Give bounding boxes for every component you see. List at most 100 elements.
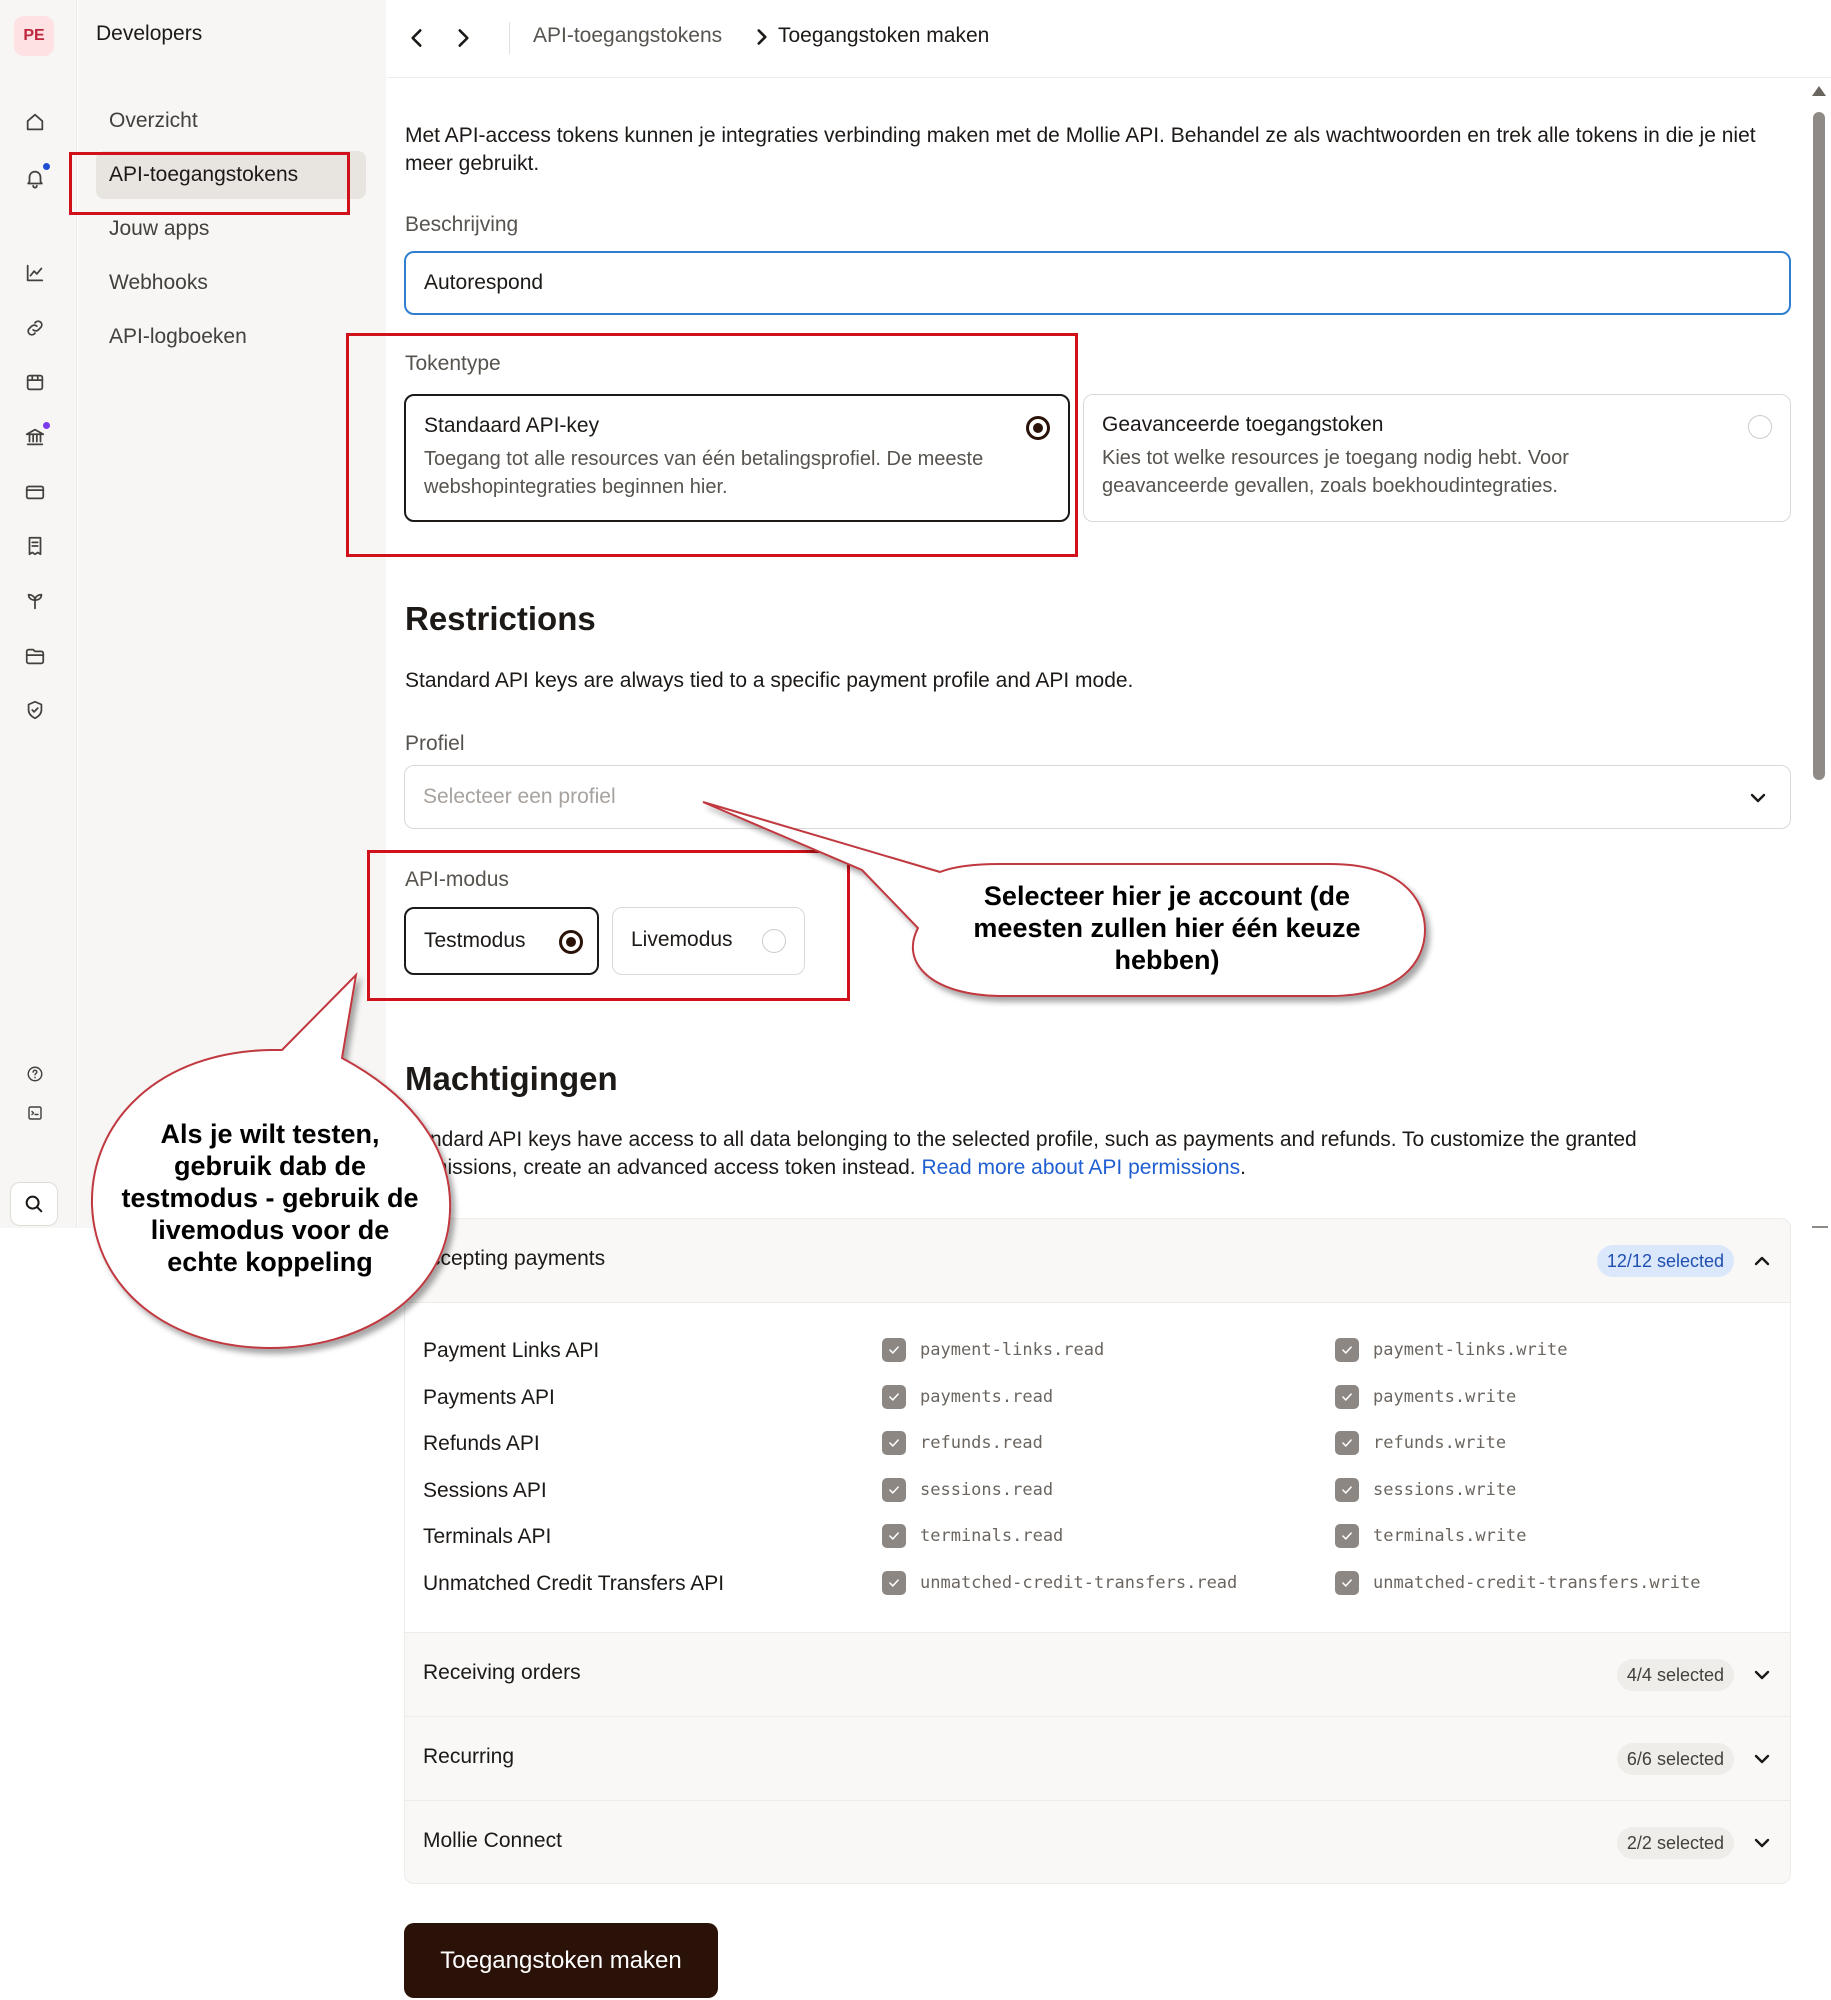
bell-icon[interactable] (19, 161, 52, 194)
selected-count-badge: 6/6 selected (1616, 1743, 1734, 1775)
permission-api-name: Unmatched Credit Transfers API (423, 1571, 725, 1595)
profile-label: Profiel (405, 732, 465, 755)
nav-item-api-logboeken[interactable]: API-logboeken (96, 313, 366, 361)
profile-placeholder: Selecteer een profiel (423, 785, 616, 808)
permissions-heading: Machtigingen (405, 1060, 618, 1097)
radio-unselected[interactable] (1748, 415, 1772, 439)
permission-scope-write[interactable]: terminals.write (1335, 1524, 1527, 1548)
checkbox-checked[interactable] (882, 1477, 906, 1502)
highlight-box-nav (69, 152, 350, 215)
permission-api-name: Refunds API (423, 1432, 540, 1455)
group-title: Recurring (423, 1745, 515, 1768)
chevron-up-icon[interactable] (1750, 1249, 1774, 1273)
store-icon[interactable] (19, 366, 51, 398)
chevron-right-icon (458, 29, 469, 47)
nav-item-webhooks[interactable]: Webhooks (96, 259, 366, 307)
group-header-recurring[interactable]: Recurring 6/6 selected (405, 1717, 1790, 1801)
permission-api-name: Payments API (423, 1385, 555, 1409)
bank-icon[interactable] (19, 420, 52, 453)
api-permissions-link[interactable]: Read more about API permissions (921, 1156, 1240, 1179)
permissions-accordion: ccepting payments 12/12 selected Payment… (404, 1218, 1791, 1884)
help-icon[interactable] (19, 1058, 51, 1090)
card-icon[interactable] (19, 476, 51, 508)
permissions-text: ndard API keys have access to all data b… (405, 1126, 1800, 1182)
checkbox-checked[interactable] (1335, 1431, 1359, 1455)
create-token-button[interactable]: Toegangstoken maken (404, 1923, 718, 1998)
scope-label: unmatched-credit-transfers.read (920, 1572, 1238, 1593)
nav-item-overzicht[interactable]: Overzicht (96, 97, 366, 145)
permission-scope-read[interactable]: payment-links.read (882, 1338, 1104, 1362)
permission-scope-read[interactable]: sessions.read (882, 1477, 1054, 1502)
checkbox-checked[interactable] (1335, 1384, 1359, 1409)
top-bar: API-toegangstokens Toegangstoken maken (387, 0, 1831, 78)
permission-scope-write[interactable]: refunds.write (1335, 1431, 1506, 1455)
permission-scope-write[interactable]: sessions.write (1335, 1477, 1516, 1502)
permission-scope-read[interactable]: terminals.read (882, 1524, 1063, 1548)
token-option-desc: Kies tot welke resources je toegang nodi… (1102, 447, 1569, 497)
chart-icon[interactable] (19, 257, 51, 289)
checkbox-checked[interactable] (882, 1570, 906, 1595)
divider (509, 22, 510, 54)
group-header-accepting-payments[interactable]: ccepting payments 12/12 selected (405, 1219, 1790, 1303)
description-label: Beschrijving (405, 213, 519, 236)
scroll-up-arrow[interactable] (1812, 86, 1826, 96)
back-button[interactable] (397, 18, 437, 58)
checkbox-checked[interactable] (882, 1524, 906, 1548)
chevron-down-icon[interactable] (1750, 1663, 1774, 1687)
callout-text-profile: Selecteer hier je account (de meesten zu… (973, 881, 1361, 975)
token-option-advanced[interactable]: Geavanceerde toegangstoken Kies tot welk… (1083, 394, 1791, 522)
checkbox-checked[interactable] (882, 1431, 906, 1455)
description-input[interactable] (404, 251, 1791, 315)
link-icon[interactable] (19, 312, 51, 344)
scrollbar-thumb[interactable] (1813, 112, 1825, 780)
selected-count-badge: 2/2 selected (1616, 1827, 1734, 1859)
permission-scope-read[interactable]: refunds.read (882, 1431, 1043, 1455)
breadcrumb-parent[interactable]: API-toegangstokens (533, 24, 722, 48)
highlight-box-token-type (346, 333, 1078, 557)
permission-api-name: Terminals API (423, 1525, 552, 1548)
permission-api-name: Payment Links API (423, 1339, 600, 1362)
forward-button[interactable] (443, 18, 483, 58)
nav-title: Developers (96, 22, 203, 45)
callout-text-mode: Als je wilt testen, gebruik dab de testm… (121, 1119, 419, 1277)
permission-rows: Payment Links API payment-links.read payme… (405, 1303, 1790, 1633)
folder-icon[interactable] (19, 640, 51, 672)
permission-scope-write[interactable]: unmatched-credit-transfers.write (1335, 1570, 1701, 1595)
home-icon[interactable] (19, 106, 51, 138)
checkbox-checked[interactable] (1335, 1524, 1359, 1548)
permission-scope-write[interactable]: payments.write (1335, 1384, 1516, 1409)
permission-scope-write[interactable]: payment-links.write (1335, 1338, 1567, 1362)
permission-scope-read[interactable]: unmatched-credit-transfers.read (882, 1570, 1238, 1595)
chevron-down-icon (1746, 786, 1770, 810)
group-title: ccepting payments (430, 1247, 606, 1270)
chevron-down-icon[interactable] (1750, 1747, 1774, 1771)
checkbox-checked[interactable] (1335, 1338, 1359, 1362)
bank-dot (41, 420, 52, 431)
checkbox-checked[interactable] (882, 1338, 906, 1362)
scope-label: payment-links.read (920, 1340, 1105, 1360)
link-suffix: . (1240, 1156, 1246, 1179)
terminal-icon[interactable] (19, 1097, 51, 1129)
search-button[interactable] (10, 1182, 58, 1226)
group-title: Mollie Connect (423, 1829, 562, 1852)
permission-scope-read[interactable]: payments.read (882, 1384, 1053, 1409)
sprout-icon[interactable] (19, 585, 51, 617)
profile-select[interactable]: Selecteer een profiel (404, 765, 1791, 829)
profile-avatar[interactable]: PE (14, 16, 54, 56)
group-header-receiving-orders[interactable]: Receiving orders 4/4 selected (405, 1633, 1790, 1717)
checkbox-checked[interactable] (882, 1384, 906, 1409)
scope-label: sessions.read (920, 1479, 1054, 1500)
chevron-right-icon (749, 24, 775, 50)
scope-label: payment-links.write (1373, 1340, 1568, 1360)
shield-icon[interactable] (19, 694, 51, 726)
scope-label: terminals.read (920, 1526, 1064, 1546)
group-title: Receiving orders (423, 1661, 581, 1684)
scope-label: unmatched-credit-transfers.write (1373, 1572, 1701, 1593)
receipt-icon[interactable] (19, 530, 51, 562)
checkbox-checked[interactable] (1335, 1477, 1359, 1502)
group-header-mollie-connect[interactable]: Mollie Connect 2/2 selected (405, 1801, 1790, 1883)
chevron-down-icon[interactable] (1750, 1831, 1774, 1855)
checkbox-checked[interactable] (1335, 1570, 1359, 1595)
highlight-box-api-mode (367, 850, 850, 1001)
breadcrumb-current: Toegangstoken maken (778, 24, 990, 47)
